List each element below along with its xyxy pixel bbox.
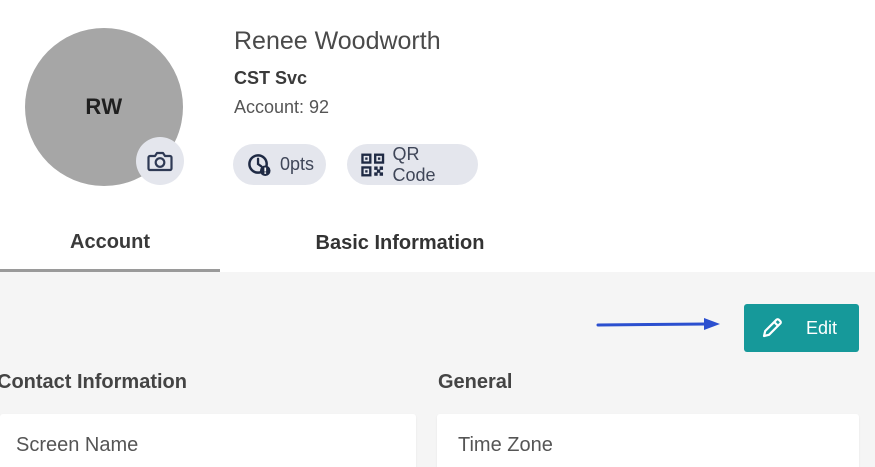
points-chip[interactable]: 0pts <box>233 144 326 185</box>
edit-label: Edit <box>806 317 838 338</box>
qr-code-icon <box>361 153 385 176</box>
user-role: CST Svc <box>234 68 308 88</box>
account-panel: Edit Contact Information General Screen … <box>0 272 875 467</box>
contact-information-heading: Contact Information <box>0 371 187 393</box>
account-number: Account: 92 <box>234 97 330 117</box>
tab-account[interactable]: Account <box>0 215 220 272</box>
qr-code-label: QR Code <box>392 143 436 185</box>
camera-icon <box>147 151 173 172</box>
points-label: 0pts <box>279 154 314 174</box>
qr-code-chip[interactable]: QR Code <box>347 144 478 185</box>
screen-name-label: Screen Name <box>16 434 139 456</box>
clock-alert-icon <box>248 153 271 176</box>
tab-basic-information[interactable]: Basic Information <box>220 215 580 272</box>
edit-button[interactable]: Edit <box>744 304 859 352</box>
pencil-icon <box>762 318 782 338</box>
time-zone-label: Time Zone <box>458 434 553 456</box>
change-photo-button[interactable] <box>136 137 184 185</box>
profile-tabs: Account Basic Information <box>0 215 875 272</box>
time-zone-field[interactable]: Time Zone <box>437 414 859 467</box>
profile-header: RW Renee Woodworth CST Svc Account: 92 0… <box>0 0 875 215</box>
user-name: Renee Woodworth <box>234 27 441 55</box>
screen-name-field[interactable]: Screen Name <box>0 414 416 467</box>
avatar-initials: RW <box>85 94 123 119</box>
annotation-arrow <box>596 318 720 330</box>
general-heading: General <box>438 371 513 393</box>
